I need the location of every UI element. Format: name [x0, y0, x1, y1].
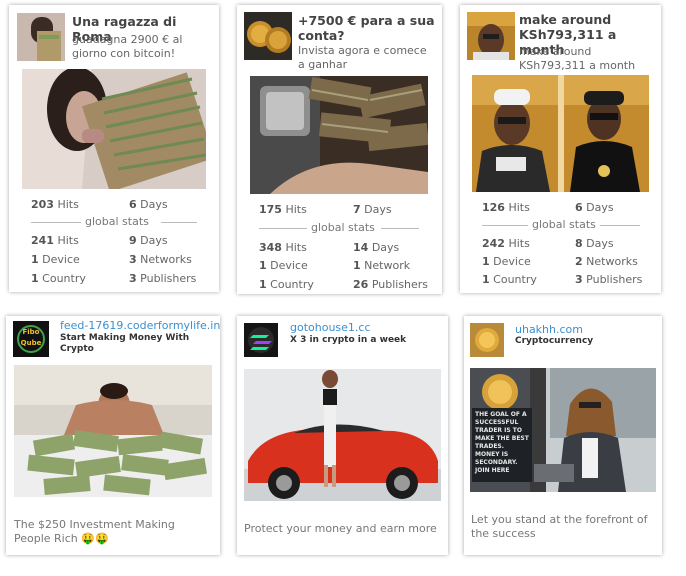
campaign-hero-image	[250, 76, 428, 194]
stat-days: 6 Days	[575, 201, 614, 214]
stat-networks: 3 Networks	[129, 253, 192, 266]
stat-countries: 1 Country	[259, 278, 314, 291]
stat-hits: 203 Hits	[31, 198, 79, 211]
ad-description[interactable]: The $250 Investment Making People Rich 🤑…	[14, 518, 212, 546]
campaign-stats: 126 Hits 6 Days global stats 242 Hits 8 …	[460, 199, 661, 293]
stat-global-hits: 348 Hits	[259, 241, 307, 254]
ad-title[interactable]: X 3 in crypto in a week	[290, 335, 440, 346]
campaign-hero-image	[472, 75, 649, 192]
stat-countries: 1 Country	[482, 273, 537, 286]
campaign-thumbnail	[467, 12, 515, 60]
campaign-stats: 175 Hits 7 Days global stats 348 Hits 14…	[237, 201, 442, 294]
stat-devices: 1 Device	[31, 253, 80, 266]
stat-days: 7 Days	[353, 203, 392, 216]
stat-networks: 1 Network	[353, 259, 411, 272]
campaign-title[interactable]: +7500 € para a sua conta?	[298, 13, 436, 43]
campaign-stats: 203 Hits 6 Days global stats 241 Hits 9 …	[9, 196, 219, 292]
stat-hits: 126 Hits	[482, 201, 530, 214]
stat-publishers: 3 Publishers	[129, 272, 197, 285]
ad-image[interactable]: THE GOAL OF A SUCCESSFUL TRADER IS TO MA…	[470, 368, 656, 492]
stat-global-days: 14 Days	[353, 241, 400, 254]
ad-logo: Fibo Qube	[13, 321, 49, 357]
ad-title[interactable]: Cryptocurrency	[515, 336, 655, 347]
stat-global-hits: 241 Hits	[31, 234, 79, 247]
ad-image-sign: THE GOAL OF A SUCCESSFUL TRADER IS TO MA…	[472, 408, 532, 482]
campaign-card-3[interactable]: make around KSh793,311 a month make arou…	[460, 5, 661, 293]
divider	[161, 222, 197, 223]
ad-image-sign-text: THE GOAL OF A SUCCESSFUL TRADER IS TO MA…	[475, 411, 529, 474]
global-stats-label: global stats	[532, 218, 596, 231]
divider	[600, 225, 640, 226]
ad-logo	[244, 323, 278, 357]
ad-image[interactable]	[14, 365, 212, 497]
ad-domain-link[interactable]: feed-17619.coderformylife.inf	[60, 319, 220, 332]
stat-days: 6 Days	[129, 198, 168, 211]
ad-domain-link[interactable]: gotohouse1.cc	[290, 321, 371, 334]
global-stats-label: global stats	[85, 215, 149, 228]
campaign-thumbnail	[244, 12, 292, 60]
ad-description[interactable]: Protect your money and earn more	[244, 522, 442, 536]
stat-global-hits: 242 Hits	[482, 237, 530, 250]
stat-publishers: 26 Publishers	[353, 278, 429, 291]
stat-hits: 175 Hits	[259, 203, 307, 216]
ad-domain-link[interactable]: uhakhh.com	[515, 323, 583, 336]
campaign-card-1[interactable]: Una ragazza di Roma guadagna 2900 € al g…	[9, 5, 219, 292]
campaign-thumbnail	[17, 13, 65, 61]
native-ad-card-2[interactable]: gotohouse1.cc X 3 in crypto in a week Pr…	[237, 316, 448, 555]
campaign-subtitle: guadagna 2900 € al giorno con bitcoin!	[72, 33, 183, 60]
ad-image[interactable]	[244, 369, 441, 501]
stat-global-days: 9 Days	[129, 234, 168, 247]
stat-devices: 1 Device	[259, 259, 308, 272]
ad-logo-text: Fibo Qube	[20, 328, 42, 347]
stat-global-days: 8 Days	[575, 237, 614, 250]
divider	[259, 228, 307, 229]
campaign-subtitle: Invista agora e comece a ganhar	[298, 44, 427, 71]
native-ad-card-3[interactable]: uhakhh.com Cryptocurrency THE GOAL OF A …	[464, 316, 662, 555]
ad-description[interactable]: Let you stand at the forefront of the su…	[471, 513, 659, 541]
native-ad-card-1[interactable]: Fibo Qube feed-17619.coderformylife.inf …	[6, 316, 220, 555]
global-stats-label: global stats	[311, 221, 375, 234]
divider	[482, 225, 528, 226]
divider	[381, 228, 419, 229]
stat-countries: 1 Country	[31, 272, 86, 285]
divider	[31, 222, 81, 223]
stat-devices: 1 Device	[482, 255, 531, 268]
stat-networks: 2 Networks	[575, 255, 638, 268]
stat-publishers: 3 Publishers	[575, 273, 643, 286]
campaign-card-2[interactable]: +7500 € para a sua conta? Invista agora …	[237, 5, 442, 294]
campaign-hero-image	[22, 69, 206, 189]
ad-title[interactable]: Start Making Money With Crypto	[60, 333, 210, 355]
ad-logo	[470, 323, 504, 357]
